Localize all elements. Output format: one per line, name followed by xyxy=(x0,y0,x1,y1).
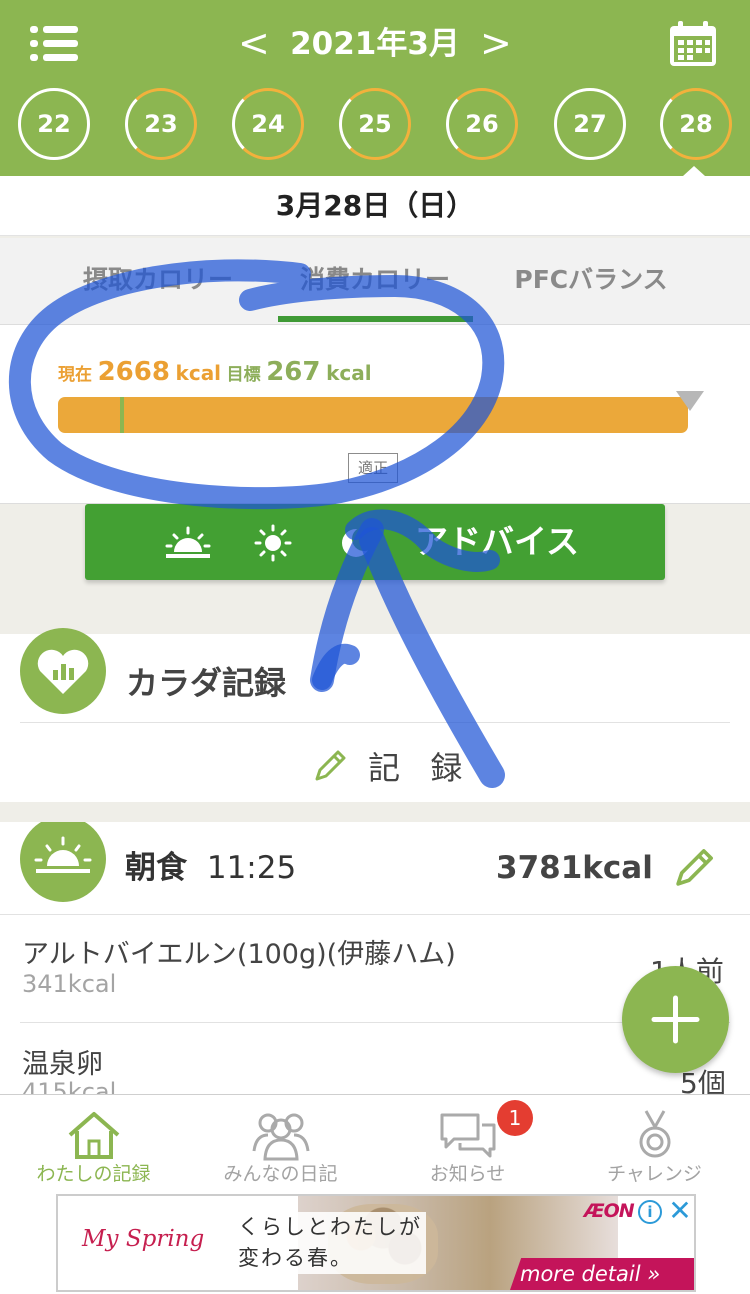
advice-label: アドバイス xyxy=(415,522,580,561)
current-label: 現在 xyxy=(58,365,92,385)
target-label: 目標 xyxy=(226,365,261,385)
tab-intake-calories[interactable]: 摂取カロリー xyxy=(33,238,283,324)
advice-button[interactable]: アドバイス xyxy=(85,504,665,580)
nav-notifications[interactable]: お知らせ xyxy=(374,1095,561,1195)
ad-copy: くらしとわたしが 変わる春。 xyxy=(234,1212,426,1274)
divider xyxy=(20,722,730,723)
week-day-selector: 22 23 24 25 26 27 28 xyxy=(0,88,750,164)
sun-icon xyxy=(254,524,292,562)
header: < 2021年3月 > 22 23 24 25 26 27 28 xyxy=(0,0,750,176)
target-unit: kcal xyxy=(326,361,372,385)
home-icon xyxy=(68,1112,119,1159)
app-screen: < 2021年3月 > 22 23 24 25 26 27 28 3月28日（日… xyxy=(0,0,750,1294)
edit-pencil-icon[interactable] xyxy=(672,846,716,890)
ad-close-icon[interactable]: ✕ xyxy=(666,1196,694,1226)
ad-info-icon[interactable]: i xyxy=(638,1200,662,1224)
month-title: 2021年3月 xyxy=(290,26,460,62)
chat-bubbles-icon xyxy=(440,1113,495,1158)
record-button[interactable]: 記 録 xyxy=(312,740,472,796)
target-value: 267 xyxy=(266,357,321,387)
day-circle[interactable]: 26 xyxy=(446,88,518,160)
nav-label: わたしの記録 xyxy=(36,1163,151,1185)
previous-month-button[interactable]: < xyxy=(238,22,270,64)
day-circle[interactable]: 23 xyxy=(125,88,197,160)
sunrise-icon xyxy=(20,822,106,902)
food-name: 温泉卵 xyxy=(22,1049,103,1080)
selected-date: 3月28日（日） xyxy=(0,176,750,236)
body-record-title: カラダ記録 xyxy=(126,664,287,702)
ad-sponsor-logo: ÆON xyxy=(584,1200,635,1222)
tab-burned-calories[interactable]: 消費カロリー xyxy=(250,238,500,324)
ad-copy-line: くらしとわたしが xyxy=(238,1215,422,1239)
next-month-button[interactable]: > xyxy=(480,22,512,64)
day-circle[interactable]: 22 xyxy=(18,88,90,160)
ad-more-detail-button[interactable]: more detail » xyxy=(510,1258,694,1290)
nav-label: チャレンジ xyxy=(607,1163,702,1185)
sunrise-icon xyxy=(165,526,211,558)
moon-icon xyxy=(342,527,376,557)
body-record-card: カラダ記録 記 録 xyxy=(0,628,750,802)
notification-badge: 1 xyxy=(497,1100,533,1136)
nav-challenge[interactable]: チャレンジ xyxy=(561,1095,748,1195)
nav-my-records[interactable]: わたしの記録 xyxy=(0,1095,187,1195)
add-button[interactable] xyxy=(622,966,729,1073)
medal-icon xyxy=(639,1110,670,1158)
target-marker xyxy=(120,397,124,433)
current-position-triangle-icon xyxy=(676,391,704,411)
calendar-icon[interactable] xyxy=(668,20,718,68)
food-kcal: 415kcal xyxy=(22,1078,117,1094)
calorie-progress-bar xyxy=(58,397,688,433)
ad-copy-line: 変わる春。 xyxy=(238,1246,353,1270)
nav-label: お知らせ xyxy=(429,1163,506,1185)
calorie-panel: 現在 2668 kcal 目標 267 kcal 適正 xyxy=(0,324,750,504)
meal-name: 朝食 xyxy=(125,850,187,886)
current-value: 2668 xyxy=(97,357,170,387)
plus-icon xyxy=(651,995,700,1044)
nav-everyone-diary[interactable]: みんなの日記 xyxy=(187,1095,374,1195)
day-circle[interactable]: 27 xyxy=(554,88,626,160)
active-tab-indicator xyxy=(278,316,473,322)
calorie-tabs: 摂取カロリー 消費カロリー PFCバランス xyxy=(0,238,750,324)
food-kcal: 341kcal xyxy=(22,970,117,998)
meal-header: 朝食 11:25 xyxy=(125,844,296,892)
nav-label: みんなの日記 xyxy=(223,1163,338,1185)
meal-total-kcal: 3781kcal xyxy=(496,850,653,886)
current-unit: kcal xyxy=(175,361,222,385)
advertisement-banner[interactable]: My Spring くらしとわたしが 変わる春。 ÆON i ✕ more de… xyxy=(56,1194,696,1292)
pencil-icon xyxy=(315,750,346,781)
divider xyxy=(0,914,750,915)
heart-chart-icon xyxy=(20,628,106,714)
ad-brand: My Spring xyxy=(82,1226,205,1252)
record-label: 記 録 xyxy=(368,749,473,787)
day-circle-selected[interactable]: 28 xyxy=(660,88,732,160)
appropriate-zone-label: 適正 xyxy=(348,453,398,483)
tab-pfc-balance[interactable]: PFCバランス xyxy=(466,238,716,324)
food-name: アルトバイエルン(100g)(伊藤ハム) xyxy=(22,939,456,970)
day-circle[interactable]: 24 xyxy=(232,88,304,160)
day-circle[interactable]: 25 xyxy=(339,88,411,160)
meal-time: 11:25 xyxy=(206,850,297,886)
people-icon xyxy=(252,1113,309,1161)
calorie-summary: 現在 2668 kcal 目標 267 kcal xyxy=(58,357,372,387)
selected-day-pointer xyxy=(683,166,705,176)
hamburger-menu-icon[interactable] xyxy=(30,26,78,62)
